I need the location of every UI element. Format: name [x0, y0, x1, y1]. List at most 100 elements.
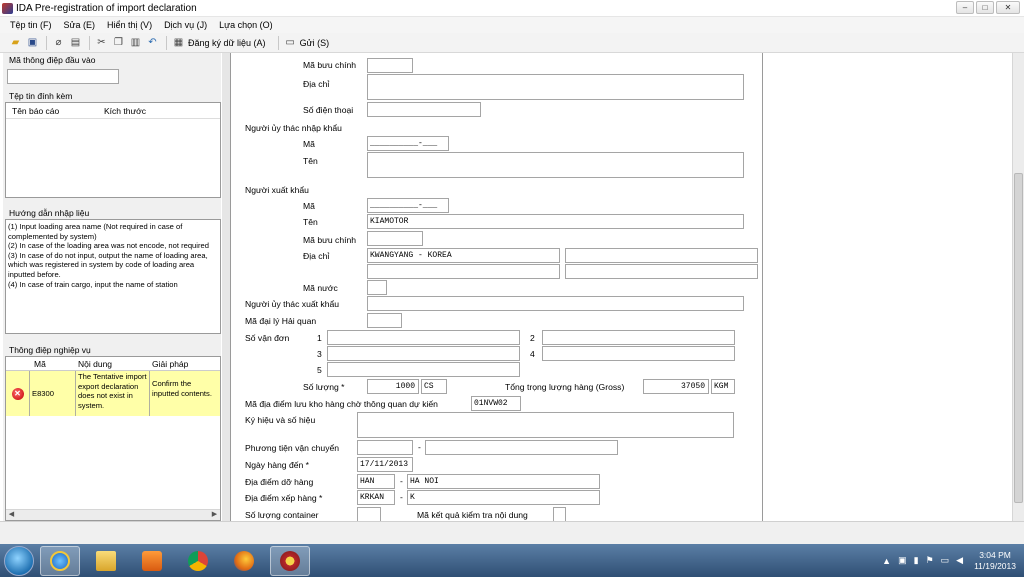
importer-postcode-input[interactable] [367, 58, 413, 73]
quantity-unit-input[interactable]: CS [421, 379, 447, 394]
unloading-code-input[interactable]: HAN [357, 474, 395, 489]
send-button[interactable]: ▭ Gửi (S) [283, 35, 329, 50]
menu-file[interactable]: Tệp tin (F) [0, 17, 58, 33]
address-label: Địa chỉ [303, 251, 330, 261]
exporter-label: Người xuất khẩu [245, 185, 309, 195]
start-button[interactable] [4, 545, 34, 576]
taskbar-firefox[interactable] [224, 546, 264, 576]
exporter-address-3-input[interactable] [367, 264, 560, 279]
scroll-left-icon[interactable]: ◀ [6, 510, 17, 520]
code-label: Mã [303, 139, 315, 149]
save-icon[interactable]: ▣ [25, 35, 40, 50]
importer-address-input[interactable] [367, 74, 744, 100]
horizontal-scrollbar[interactable]: ◀ ▶ [6, 509, 220, 520]
dash-text: - [418, 442, 421, 452]
guide-text: (1) Input loading area name (Not require… [8, 222, 209, 289]
bill-num-4: 4 [530, 349, 535, 359]
network-icon[interactable]: ▮ [914, 555, 919, 566]
attachments-grid[interactable]: Tên báo cáo Kích thước [5, 102, 221, 198]
business-message-label: Thông điệp nghiệp vụ [9, 345, 91, 355]
importer-entrust-code-input[interactable]: __________-___ [367, 136, 449, 151]
attach-icon[interactable]: ⌀ [51, 35, 66, 50]
copy-icon[interactable]: ❐ [111, 35, 126, 50]
maximize-button[interactable]: □ [976, 1, 994, 14]
input-message-field[interactable] [7, 69, 119, 84]
close-button[interactable]: ✕ [996, 1, 1020, 14]
open-folder-icon[interactable]: ▰ [8, 35, 23, 50]
importer-phone-input[interactable] [367, 102, 481, 117]
customs-agent-input[interactable] [367, 313, 402, 328]
check-result-label: Mã kết quả kiểm tra nội dung [417, 510, 528, 520]
bill-num-5: 5 [317, 365, 322, 375]
scroll-thumb[interactable] [1014, 173, 1023, 503]
unloading-name-input[interactable]: HA NOI [407, 474, 600, 489]
exporter-entrust-input[interactable] [367, 296, 744, 311]
gross-weight-input[interactable]: 37050 [643, 379, 709, 394]
loading-code-input[interactable]: KRKAN [357, 490, 395, 505]
storage-label: Mã địa điểm lưu kho hàng chờ thông quan … [245, 399, 438, 409]
clock-time: 3:04 PM [979, 549, 1011, 560]
transport-code-input[interactable] [357, 440, 413, 455]
clock[interactable]: 3:04 PM 11/19/2013 [974, 550, 1016, 572]
container-count-input[interactable] [357, 507, 381, 522]
paste-icon[interactable]: ▥ [128, 35, 143, 50]
taskbar-explorer[interactable] [86, 546, 126, 576]
declaration-form: Mã bưu chính Địa chỉ Số điện thoại Người… [230, 53, 763, 522]
taskbar-ida-app[interactable] [270, 545, 310, 576]
send-icon: ▭ [285, 37, 295, 48]
minimize-button[interactable]: – [956, 1, 974, 14]
exporter-code-input[interactable]: __________-___ [367, 198, 449, 213]
menu-view[interactable]: Hiển thị (V) [101, 17, 158, 33]
country-code-input[interactable] [367, 280, 387, 295]
window-controls: – □ ✕ [956, 1, 1020, 14]
taskbar-chrome[interactable] [178, 546, 218, 576]
panel-splitter[interactable] [222, 53, 230, 521]
storage-code-input[interactable]: 01NVW02 [471, 396, 521, 411]
check-result-input[interactable] [553, 507, 566, 522]
volume-icon[interactable]: ◀ [956, 555, 963, 566]
arrival-date-input[interactable]: 17/11/2013 [357, 457, 413, 472]
bill-1-input[interactable] [327, 330, 520, 345]
bill-4-input[interactable] [542, 346, 735, 361]
exporter-address-4-input[interactable] [565, 264, 758, 279]
marks-input[interactable] [357, 412, 734, 438]
country-label: Mã nước [303, 283, 338, 293]
undo-icon[interactable]: ↶ [145, 35, 160, 50]
bill-3-input[interactable] [327, 346, 520, 361]
menu-service[interactable]: Dịch vụ (J) [158, 17, 213, 33]
customs-agent-label: Mã đại lý Hải quan [245, 316, 317, 326]
attachments-label: Tệp tin đính kèm [9, 91, 73, 101]
name-label: Tên [303, 156, 318, 166]
table-row[interactable]: ✕ E8300 The Tentative import export decl… [6, 371, 220, 416]
gross-unit-input[interactable]: KGM [711, 379, 735, 394]
cut-icon[interactable]: ✂ [94, 35, 109, 50]
show-hidden-icon[interactable]: ▲ [882, 556, 891, 566]
col-code: Mã [34, 358, 46, 369]
menu-options[interactable]: Lựa chọn (O) [213, 17, 279, 33]
msg-content: The Tentative import export declaration … [76, 371, 150, 416]
bill-2-input[interactable] [542, 330, 735, 345]
display-icon[interactable]: ▭ [941, 555, 950, 566]
taskbar-media[interactable] [132, 546, 172, 576]
exporter-name-input[interactable]: KIAMOTOR [367, 214, 744, 229]
taskbar-ie[interactable] [40, 545, 80, 576]
exporter-address-1-input[interactable]: KWANGYANG - KOREA [367, 248, 560, 263]
register-icon: ▦ [173, 37, 184, 48]
col-solution: Giải pháp [152, 358, 189, 369]
business-message-grid[interactable]: Mã Nội dung Giải pháp ✕ E8300 The Tentat… [5, 356, 221, 521]
flag-icon[interactable]: ⚑ [926, 555, 934, 566]
app-tray-icon[interactable]: ▣ [898, 555, 907, 566]
importer-entrust-name-input[interactable] [367, 152, 744, 178]
quantity-input[interactable]: 1000 [367, 379, 419, 394]
print-icon[interactable]: ▤ [68, 35, 83, 50]
scroll-right-icon[interactable]: ▶ [209, 510, 220, 520]
dash-text: - [400, 476, 403, 486]
bill-5-input[interactable] [327, 362, 520, 377]
register-data-button[interactable]: ▦ Đăng ký dữ liệu (A) [171, 35, 266, 50]
transport-name-input[interactable] [425, 440, 618, 455]
exporter-address-2-input[interactable] [565, 248, 758, 263]
exporter-postcode-input[interactable] [367, 231, 423, 246]
loading-name-input[interactable]: K [407, 490, 600, 505]
menu-edit[interactable]: Sửa (E) [58, 17, 102, 33]
vertical-scrollbar[interactable] [1012, 53, 1024, 521]
